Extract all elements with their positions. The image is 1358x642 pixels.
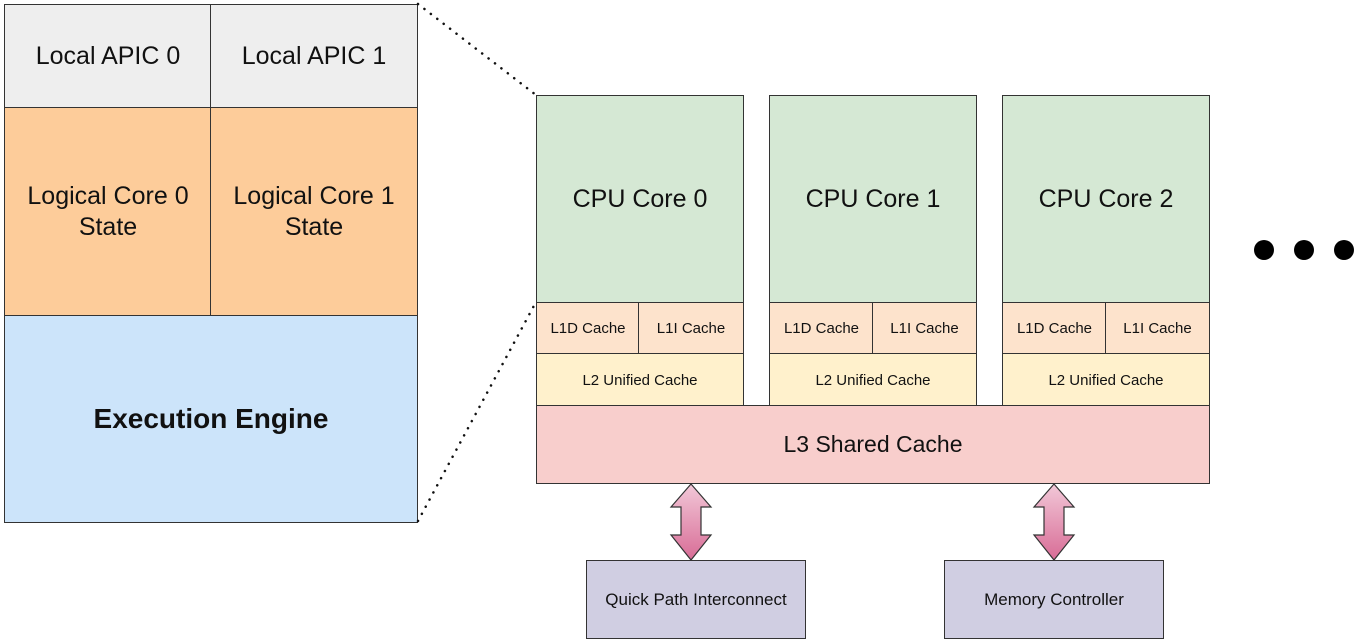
cpu-core-2-l1i-cache: L1I Cache [1105,302,1210,355]
local-apic-0-label: Local APIC 0 [35,42,181,70]
logical-core-0-state: Logical Core 0 State [4,107,212,317]
local-apic-0: Local APIC 0 [4,4,212,109]
cpu-core-0-l1i-cache: L1I Cache [638,302,744,355]
logical-core-1-state: Logical Core 1 State [210,107,418,317]
qpi-bidirectional-arrow-icon [669,483,713,561]
cpu-core-0: CPU Core 0 [536,95,744,304]
cpu-core-1-l1d-cache: L1D Cache [769,302,874,355]
cpu-core-2-label: CPU Core 2 [1038,185,1174,213]
qpi-label: Quick Path Interconnect [605,589,787,609]
l1i-label: L1I Cache [890,320,959,337]
more-cores-ellipsis-icon [1254,240,1354,260]
local-apic-1-label: Local APIC 1 [241,42,387,70]
l2-label: L2 Unified Cache [1048,371,1164,389]
memory-controller-label: Memory Controller [984,589,1124,609]
logical-core-0-label: Logical Core 0 State [27,182,189,241]
zoom-guide-top [416,2,538,97]
cpu-core-2-l2-cache: L2 Unified Cache [1002,353,1210,407]
l1d-label: L1D Cache [783,320,860,337]
execution-engine-label: Execution Engine [93,403,329,434]
cpu-core-1-l2-cache: L2 Unified Cache [769,353,977,407]
zoom-guide-bottom [416,300,538,523]
cpu-core-0-l1d-cache: L1D Cache [536,302,640,355]
cpu-core-1-label: CPU Core 1 [805,185,941,213]
memory-controller-bidirectional-arrow-icon [1032,483,1076,561]
cpu-core-1-l1i-cache: L1I Cache [872,302,977,355]
l2-label: L2 Unified Cache [815,371,931,389]
ellipsis-dot [1294,240,1314,260]
ellipsis-dot [1334,240,1354,260]
ellipsis-dot [1254,240,1274,260]
logical-core-1-label: Logical Core 1 State [233,182,395,241]
local-apic-1: Local APIC 1 [210,4,418,109]
l1d-label: L1D Cache [1016,320,1093,337]
cpu-core-2: CPU Core 2 [1002,95,1210,304]
cpu-core-0-l2-cache: L2 Unified Cache [536,353,744,407]
memory-controller: Memory Controller [944,560,1164,639]
execution-engine: Execution Engine [4,315,418,523]
quick-path-interconnect: Quick Path Interconnect [586,560,806,639]
l3-shared-cache: L3 Shared Cache [536,405,1210,484]
l1i-label: L1I Cache [1123,320,1192,337]
l1i-label: L1I Cache [656,320,726,337]
l1d-label: L1D Cache [550,320,626,337]
l3-label: L3 Shared Cache [783,431,963,457]
cpu-core-2-l1d-cache: L1D Cache [1002,302,1107,355]
cpu-core-0-label: CPU Core 0 [572,185,708,213]
l2-label: L2 Unified Cache [582,371,698,389]
cpu-core-1: CPU Core 1 [769,95,977,304]
